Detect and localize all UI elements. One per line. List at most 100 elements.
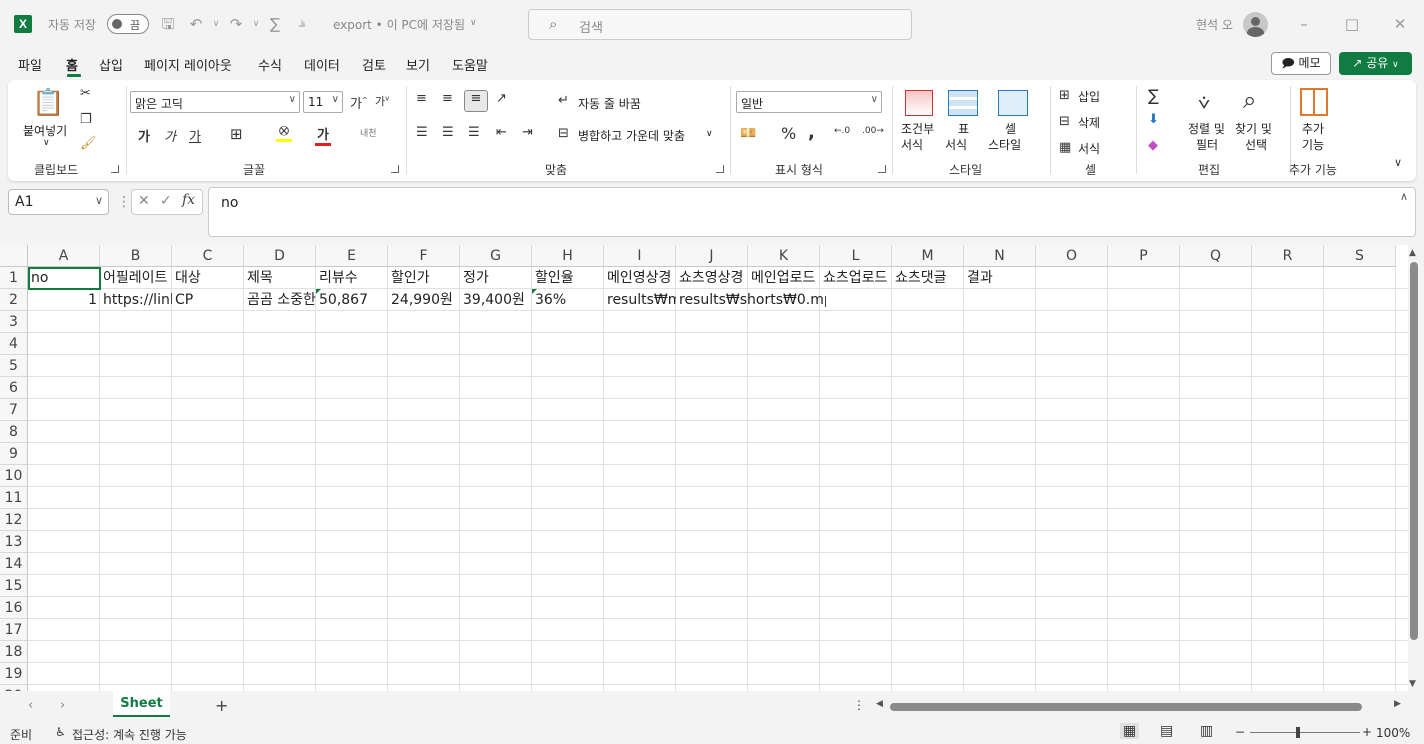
column-header[interactable]: B bbox=[100, 245, 172, 267]
document-title[interactable]: export • 이 PC에 저장됨 bbox=[333, 16, 465, 33]
sort-filter-label[interactable]: 정렬 및 bbox=[1188, 120, 1225, 137]
paste-button[interactable]: 붙여넣기 bbox=[23, 122, 67, 139]
row-header[interactable]: 3 bbox=[0, 311, 28, 333]
horizontal-scroll-thumb[interactable] bbox=[890, 703, 1362, 711]
merge-center-button[interactable]: 병합하고 가운데 맞춤 bbox=[578, 127, 685, 144]
normal-view-icon[interactable]: ▦ bbox=[1120, 723, 1140, 739]
scroll-down-icon[interactable]: ▼ bbox=[1409, 679, 1416, 689]
row-header[interactable]: 15 bbox=[0, 575, 28, 597]
comma-style-icon[interactable]: , bbox=[808, 122, 815, 143]
active-cell-selection[interactable] bbox=[28, 267, 101, 290]
delete-cells-button[interactable]: 삭제 bbox=[1078, 114, 1100, 131]
increase-font-icon[interactable]: 가^ bbox=[350, 93, 368, 112]
row-header[interactable]: 8 bbox=[0, 421, 28, 443]
undo-icon[interactable]: ↶ bbox=[186, 14, 206, 34]
cell-header[interactable]: 정가 bbox=[460, 267, 532, 289]
save-icon[interactable]: 🖫 bbox=[158, 14, 178, 34]
underline-icon[interactable]: 가 bbox=[189, 126, 201, 145]
add-ins-icon[interactable] bbox=[1300, 88, 1328, 116]
row-header[interactable]: 12 bbox=[0, 509, 28, 531]
insert-function-icon[interactable]: fx bbox=[182, 192, 195, 208]
decrease-decimal-icon[interactable]: .00→ bbox=[862, 126, 884, 136]
format-as-table-label-2[interactable]: 서식 bbox=[945, 136, 967, 153]
row-header[interactable]: 16 bbox=[0, 597, 28, 619]
cell-styles-label[interactable]: 셀 bbox=[1005, 120, 1016, 137]
column-header[interactable]: R bbox=[1252, 245, 1324, 267]
formula-input[interactable]: no bbox=[208, 187, 1416, 237]
accounting-format-icon[interactable]: 💴 bbox=[740, 126, 756, 141]
zoom-in-button[interactable]: + bbox=[1362, 725, 1372, 739]
undo-dropdown-icon[interactable]: ∨ bbox=[206, 14, 226, 34]
column-header[interactable]: Q bbox=[1180, 245, 1252, 267]
column-header[interactable]: I bbox=[604, 245, 676, 267]
decrease-font-icon[interactable]: 가v bbox=[375, 93, 389, 109]
cell-header[interactable]: 쇼츠업로드 bbox=[820, 267, 892, 289]
error-indicator-icon[interactable] bbox=[532, 289, 537, 294]
tab-data[interactable]: 데이터 bbox=[304, 55, 340, 74]
cell-header[interactable]: 쇼츠영상경 bbox=[676, 267, 748, 289]
add-ins-label[interactable]: 추가 bbox=[1302, 120, 1324, 137]
wrap-text-button[interactable]: 자동 줄 바꿈 bbox=[578, 95, 641, 112]
sort-filter-label-2[interactable]: 필터 bbox=[1196, 136, 1218, 153]
cell-shorts-video-path[interactable]: results₩shorts₩0.mp4 bbox=[676, 289, 826, 311]
cell-list-price[interactable]: 39,400원 bbox=[460, 289, 532, 311]
vertical-scroll-thumb[interactable] bbox=[1410, 262, 1418, 640]
enter-icon[interactable]: ✓ bbox=[160, 193, 172, 209]
collapse-ribbon-icon[interactable]: ∨ bbox=[1394, 156, 1402, 169]
cell-target[interactable]: CP bbox=[172, 289, 244, 311]
copy-icon[interactable]: ❐ bbox=[80, 112, 92, 127]
conditional-formatting-label-2[interactable]: 서식 bbox=[901, 136, 923, 153]
tab-file[interactable]: 파일 bbox=[18, 55, 42, 74]
font-size-select[interactable]: 11 ∨ bbox=[303, 91, 343, 113]
scroll-right-icon[interactable]: ▶ bbox=[1394, 699, 1401, 709]
scroll-left-icon[interactable]: ◀ bbox=[876, 699, 883, 709]
column-header[interactable]: F bbox=[388, 245, 460, 267]
row-header[interactable]: 18 bbox=[0, 641, 28, 663]
column-header[interactable]: S bbox=[1324, 245, 1396, 267]
align-bottom-icon[interactable]: ≡ bbox=[464, 90, 488, 112]
page-break-view-icon[interactable]: ▥ bbox=[1200, 723, 1213, 739]
vertical-scrollbar[interactable]: ▲ ▼ bbox=[1408, 245, 1424, 691]
align-right-icon[interactable]: ☰ bbox=[468, 125, 480, 140]
search-box[interactable]: ⌕ 검색 bbox=[528, 9, 912, 40]
format-as-table-icon[interactable] bbox=[948, 90, 978, 116]
column-header[interactable]: O bbox=[1036, 245, 1108, 267]
accessibility-status[interactable]: 접근성: 계속 진행 가능 bbox=[72, 726, 187, 743]
format-painter-icon[interactable]: 🖌 bbox=[80, 136, 97, 151]
zoom-level[interactable]: 100% bbox=[1376, 726, 1410, 740]
cancel-icon[interactable]: ✕ bbox=[138, 193, 150, 209]
conditional-formatting-label[interactable]: 조건부 bbox=[901, 120, 934, 137]
cell-header[interactable]: 제목 bbox=[244, 267, 316, 289]
font-name-select[interactable]: 맑은 고딕 ∨ bbox=[130, 91, 300, 113]
next-sheet-icon[interactable]: › bbox=[60, 698, 65, 713]
row-header[interactable]: 13 bbox=[0, 531, 28, 553]
conditional-formatting-icon[interactable] bbox=[905, 90, 933, 116]
user-name[interactable]: 현석 오 bbox=[1196, 16, 1233, 33]
zoom-slider-handle[interactable] bbox=[1296, 727, 1300, 738]
italic-icon[interactable]: 가 bbox=[164, 126, 176, 145]
row-header[interactable]: 17 bbox=[0, 619, 28, 641]
column-header[interactable]: K bbox=[748, 245, 820, 267]
cell-header[interactable]: 할인율 bbox=[532, 267, 604, 289]
tab-insert[interactable]: 삽입 bbox=[99, 55, 123, 74]
cell-title[interactable]: 곰곰 소중한 bbox=[244, 289, 316, 311]
align-middle-icon[interactable]: ≡ bbox=[442, 91, 453, 106]
row-header[interactable]: 5 bbox=[0, 355, 28, 377]
redo-icon[interactable]: ↷ bbox=[226, 14, 246, 34]
cell-header[interactable]: 메인영상경 bbox=[604, 267, 676, 289]
number-format-select[interactable]: 일반 ∨ bbox=[736, 91, 882, 113]
fill-color-icon[interactable]: ⭙ bbox=[276, 124, 292, 142]
row-header[interactable]: 19 bbox=[0, 663, 28, 685]
column-header[interactable]: M bbox=[892, 245, 964, 267]
column-header[interactable]: A bbox=[28, 245, 100, 267]
title-dropdown-icon[interactable]: ∨ bbox=[470, 18, 477, 28]
page-layout-view-icon[interactable]: ▤ bbox=[1160, 723, 1173, 739]
tab-review[interactable]: 검토 bbox=[362, 55, 386, 74]
find-select-icon[interactable]: ⌕ bbox=[1243, 86, 1256, 114]
tab-options-icon[interactable]: ⋮ bbox=[853, 698, 865, 712]
error-indicator-icon[interactable] bbox=[316, 289, 321, 294]
row-header[interactable]: 14 bbox=[0, 553, 28, 575]
name-box[interactable]: A1 ∨ bbox=[8, 189, 109, 215]
column-header[interactable]: N bbox=[964, 245, 1036, 267]
row-header[interactable]: 1 bbox=[0, 267, 28, 289]
